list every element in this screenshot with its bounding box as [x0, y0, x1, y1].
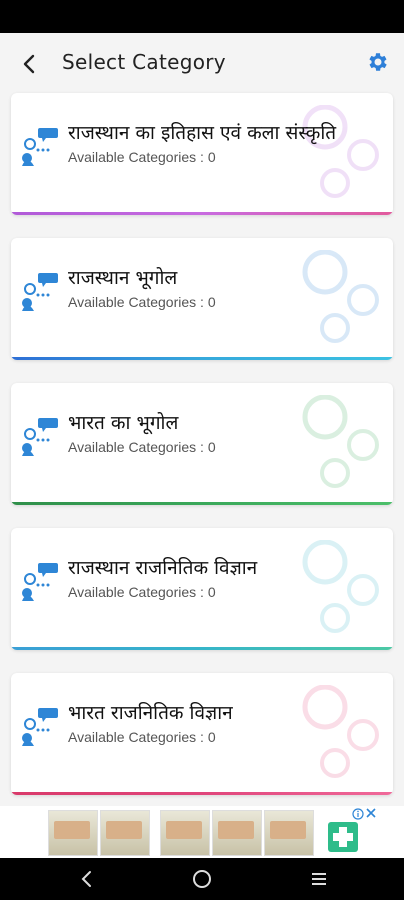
category-card[interactable]: राजस्थान भूगोल Available Categories : 0 [11, 238, 393, 360]
ad-brand-logo[interactable] [328, 822, 358, 852]
category-name: राजस्थान राजनितिक विज्ञान [68, 557, 258, 579]
decorative-circles [302, 250, 379, 343]
card-accent-line [11, 357, 393, 360]
back-button[interactable] [14, 49, 44, 79]
quiz-category-icon [22, 273, 58, 311]
card-accent-line [11, 647, 393, 650]
category-count: Available Categories : 0 [68, 729, 216, 745]
category-count: Available Categories : 0 [68, 149, 216, 165]
ad-close-icon[interactable] [364, 806, 378, 820]
category-name: राजस्थान भूगोल [68, 267, 178, 289]
category-card[interactable]: भारत का भूगोल Available Categories : 0 [11, 383, 393, 505]
ad-product-image[interactable] [264, 810, 314, 856]
category-card[interactable]: राजस्थान का इतिहास एवं कला संस्कृति Avai… [11, 93, 393, 215]
page-title: Select Category [62, 50, 226, 74]
ad-info-icon[interactable] [352, 808, 364, 820]
nav-home-icon[interactable] [191, 868, 213, 890]
category-count: Available Categories : 0 [68, 439, 216, 455]
category-name: भारत का भूगोल [68, 412, 179, 434]
decorative-circles [302, 540, 379, 633]
ad-product-image[interactable] [100, 810, 150, 856]
gear-icon [369, 53, 387, 71]
category-count: Available Categories : 0 [68, 584, 216, 600]
system-nav-bar [0, 858, 404, 900]
category-name: राजस्थान का इतिहास एवं कला संस्कृति [68, 122, 337, 144]
decorative-circles [302, 395, 379, 488]
nav-back-icon[interactable] [76, 868, 98, 890]
nav-recents-icon[interactable] [308, 868, 330, 890]
category-card[interactable]: भारत राजनितिक विज्ञान Available Categori… [11, 673, 393, 795]
ad-product-image[interactable] [48, 810, 98, 856]
quiz-category-icon [22, 128, 58, 166]
ad-product-image[interactable] [160, 810, 210, 856]
chevron-left-icon [23, 54, 35, 74]
card-accent-line [11, 212, 393, 215]
card-accent-line [11, 792, 393, 795]
category-count: Available Categories : 0 [68, 294, 216, 310]
quiz-category-icon [22, 708, 58, 746]
ad-product-image[interactable] [212, 810, 262, 856]
settings-button[interactable] [366, 50, 390, 74]
status-bar [0, 0, 404, 33]
category-name: भारत राजनितिक विज्ञान [68, 702, 233, 724]
decorative-circles [302, 685, 379, 778]
quiz-category-icon [22, 563, 58, 601]
quiz-category-icon [22, 418, 58, 456]
category-card[interactable]: राजस्थान राजनितिक विज्ञान Available Cate… [11, 528, 393, 650]
ad-banner[interactable] [0, 806, 404, 858]
card-accent-line [11, 502, 393, 505]
app-header: Select Category [0, 33, 404, 91]
